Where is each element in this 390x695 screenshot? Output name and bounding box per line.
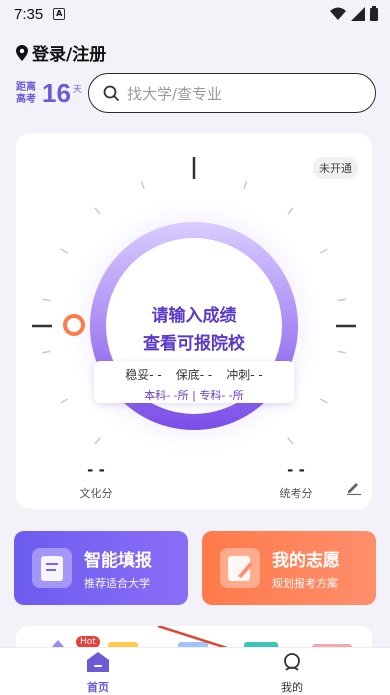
document-icon	[32, 548, 72, 588]
my-wishes-subtitle: 规划报考方案	[272, 576, 338, 590]
gauge-tick	[60, 248, 68, 254]
notebook-pen-icon	[220, 548, 260, 588]
smart-apply-button[interactable]: 智能填报 推荐适合大学	[14, 531, 188, 605]
gauge-tick	[60, 398, 68, 404]
gauge-tick	[320, 398, 328, 404]
location-pin-icon	[16, 44, 28, 61]
edit-icon[interactable]	[346, 479, 362, 495]
culture-score: - -	[87, 461, 105, 479]
wifi-icon	[330, 7, 346, 20]
countdown-unit: 天	[72, 85, 82, 95]
unified-score: - -	[287, 461, 305, 479]
culture-score-label: 文化分	[79, 487, 113, 500]
prompt-line-2: 查看可报院校	[143, 334, 245, 354]
status-icons	[330, 6, 378, 21]
tab-mine-label: 我的	[281, 681, 303, 694]
my-wishes-title: 我的志愿	[272, 550, 340, 571]
countdown-days: 16	[42, 78, 71, 108]
login-label: 登录/注册	[32, 45, 107, 65]
tab-bar: 首页 我的	[0, 647, 390, 695]
safe-count: 保底- -	[175, 368, 213, 382]
stable-count: 稳妥- -	[125, 368, 162, 382]
exam-countdown: 距离 高考 16 天	[16, 78, 82, 109]
my-wishes-button[interactable]: 我的志愿 规划报考方案	[202, 531, 376, 605]
tab-home[interactable]: 首页	[58, 652, 138, 695]
search-icon	[103, 85, 119, 101]
signal-icon	[351, 6, 365, 21]
gauge-tick	[287, 207, 294, 215]
prompt-line-1: 请输入成绩	[151, 306, 237, 326]
gauge-tick	[287, 437, 294, 445]
tab-mine[interactable]: 我的	[252, 652, 332, 695]
status-time: 7:35	[14, 5, 44, 23]
gauge-tick	[243, 181, 248, 190]
gauge-tick	[320, 248, 328, 254]
reach-count: 冲刺- -	[226, 368, 263, 382]
gauge-tick	[94, 437, 101, 445]
score-card[interactable]: 未开通 请输入成绩 查看可报院校 稳妥- - 保底- - 冲刺- - 本科- -…	[16, 133, 372, 509]
countdown-label-2: 高考	[16, 93, 36, 105]
smart-apply-title: 智能填报	[84, 550, 152, 571]
admission-stats: 稳妥- - 保底- - 冲刺- - 本科- -所 | 专科- -所	[94, 361, 294, 403]
tab-home-label: 首页	[87, 681, 109, 694]
search-input[interactable]: 找大学/查专业	[88, 73, 376, 113]
profile-icon	[284, 653, 300, 671]
search-placeholder: 找大学/查专业	[127, 84, 223, 103]
countdown-label-1: 距离	[16, 81, 36, 93]
home-icon	[87, 652, 109, 672]
unified-score-label: 统考分	[279, 487, 313, 500]
login-link[interactable]: 登录/注册	[16, 40, 106, 65]
notification-icon: A	[53, 8, 66, 20]
status-bar: 7:35 A	[0, 0, 390, 28]
level-counts: 本科- -所 | 专科- -所	[144, 389, 244, 402]
battery-icon	[370, 6, 378, 21]
gauge-tick	[140, 181, 145, 190]
gauge-tick	[94, 207, 101, 215]
smart-apply-subtitle: 推荐适合大学	[84, 576, 150, 590]
